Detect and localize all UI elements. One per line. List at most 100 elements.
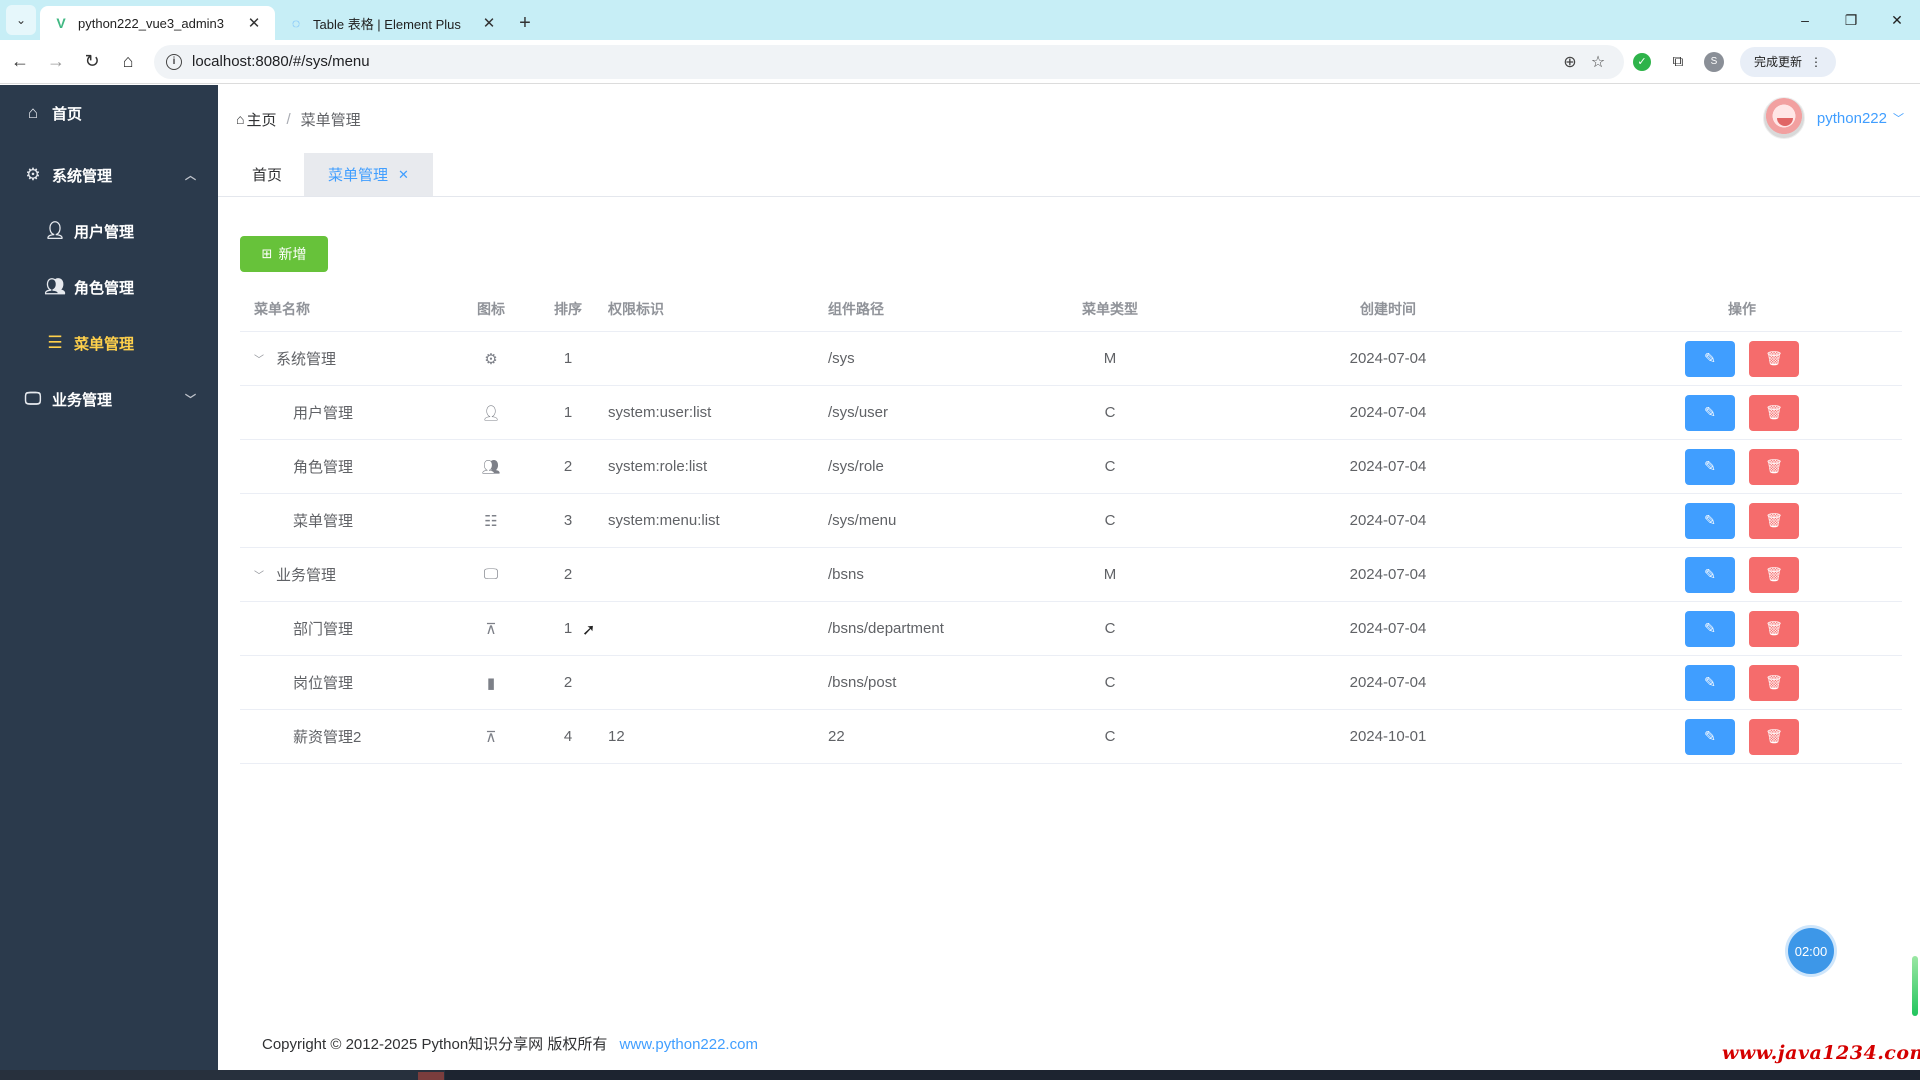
delete-button[interactable]: 🗑︎: [1749, 718, 1799, 755]
extensions-puzzle-icon[interactable]: ⧉: [1660, 44, 1696, 80]
sidebar-item-label: 首页: [52, 105, 83, 123]
edit-icon: ✎: [1704, 728, 1716, 744]
avatar[interactable]: [1762, 97, 1805, 139]
add-menu-button[interactable]: ⊞ 新增: [240, 236, 328, 272]
element-plus-favicon-icon: ◌: [291, 15, 301, 31]
cell-created: 2024-07-04: [1349, 620, 1427, 637]
delete-button[interactable]: 🗑︎: [1749, 394, 1799, 431]
delete-button[interactable]: 🗑︎: [1749, 340, 1799, 377]
tab-menu-management[interactable]: 菜单管理 ✕: [304, 153, 433, 196]
sidebar-item-business[interactable]: 🖵︎ 业务管理 ﹀: [0, 371, 218, 427]
cell-type: C: [1104, 404, 1116, 421]
cell-type: C: [1104, 674, 1116, 691]
cell-name: 岗位管理: [240, 672, 452, 693]
profile-avatar-icon[interactable]: S: [1696, 44, 1732, 80]
back-arrow-icon[interactable]: ←: [2, 44, 38, 80]
cell-type: M: [1103, 350, 1117, 367]
zoom-icon[interactable]: ⊕: [1556, 52, 1584, 72]
cell-perms: system:role:list: [608, 458, 708, 475]
table-row: 岗位管理 ▮ 2/bsns/post C 2024-07-04 ✎ 🗑︎: [240, 656, 1902, 710]
edit-button[interactable]: ✎: [1685, 664, 1735, 701]
table-row: ﹀ 业务管理 🖵︎ 2/bsns M 2024-07-04 ✎ 🗑︎: [240, 548, 1902, 602]
menu-name: 角色管理: [293, 459, 354, 476]
address-bar[interactable]: i localhost:8080/#/sys/menu ⊕ ☆: [154, 44, 1624, 79]
close-tab-icon[interactable]: ✕: [480, 14, 498, 32]
edit-button[interactable]: ✎: [1685, 556, 1735, 593]
forward-arrow-icon[interactable]: →: [38, 44, 74, 80]
user-dropdown[interactable]: python222 ﹀: [1762, 97, 1904, 139]
home-button-icon[interactable]: ⌂: [110, 44, 146, 80]
trash-icon: 🗑︎: [1765, 350, 1783, 366]
edit-button[interactable]: ✎: [1685, 448, 1735, 485]
close-icon[interactable]: ✕: [398, 167, 409, 183]
chevron-down-icon[interactable]: ﹀: [1893, 110, 1904, 126]
cell-created: 2024-07-04: [1349, 512, 1427, 529]
sidebar-item-system[interactable]: ⚙ 系统管理 ︿: [0, 147, 218, 203]
browser-update-button[interactable]: 完成更新 ⋮: [1740, 46, 1837, 77]
footer-link[interactable]: www.python222.com: [620, 1036, 758, 1053]
delete-button[interactable]: 🗑︎: [1749, 610, 1799, 647]
delete-button[interactable]: 🗑︎: [1749, 448, 1799, 485]
browser-tab-element-plus[interactable]: ◌ Table 表格 | Element Plus ✕: [275, 6, 510, 40]
table-row: 用户管理 👤︎ 1 system:user:list/sys/user C 2024-07…: [240, 386, 1902, 440]
expand-chevron-icon[interactable]: ﹀: [254, 567, 272, 582]
edit-button[interactable]: ✎: [1685, 610, 1735, 647]
cell-path: /bsns/department: [828, 620, 944, 637]
cell-type: M: [1103, 566, 1117, 583]
chevron-up-icon: ︿: [185, 170, 196, 182]
browser-tab-admin[interactable]: V python222_vue3_admin3 ✕: [40, 6, 275, 40]
cell-actions: ✎ 🗑︎: [1582, 448, 1902, 485]
table-row: 部门管理 ⊼ 1/bsns/department C 2024-07-04 ✎ 🗑︎: [240, 602, 1902, 656]
new-tab-plus-icon[interactable]: +: [510, 6, 540, 40]
sidebar-item-home[interactable]: ⌂ 首页: [0, 85, 218, 141]
cell-actions: ✎ 🗑︎: [1582, 394, 1902, 431]
site-info-icon[interactable]: i: [166, 53, 182, 70]
tab-home[interactable]: 首页: [230, 153, 304, 196]
edit-button[interactable]: ✎: [1685, 340, 1735, 377]
column-header-type: 菜单类型: [1082, 300, 1138, 317]
cell-path: /sys: [828, 350, 855, 367]
delete-button[interactable]: 🗑︎: [1749, 556, 1799, 593]
trash-icon: 🗑︎: [1765, 566, 1783, 582]
scroll-indicator[interactable]: [1912, 956, 1918, 1016]
trash-icon: 🗑︎: [1765, 728, 1783, 744]
sidebar-item-roles[interactable]: 👥︎ 角色管理: [0, 259, 218, 315]
edit-button[interactable]: ✎: [1685, 502, 1735, 539]
menu-name: 菜单管理: [293, 513, 354, 530]
trash-icon: 🗑︎: [1765, 458, 1783, 474]
extension-shield-icon[interactable]: ✓: [1624, 44, 1660, 80]
cell-path: /bsns/post: [828, 674, 897, 691]
footer: Copyright © 2012-2025 Python知识分享网 版权所有 w…: [262, 1033, 758, 1054]
timer-badge[interactable]: 02:00: [1788, 928, 1834, 974]
sidebar-item-menus[interactable]: ☰ 菜单管理: [0, 315, 218, 371]
sidebar-item-users[interactable]: 👤︎ 用户管理: [0, 203, 218, 259]
breadcrumb-separator: /: [286, 110, 291, 128]
edit-button[interactable]: ✎: [1685, 718, 1735, 755]
menu-name: 业务管理: [276, 567, 337, 584]
close-tab-icon[interactable]: ✕: [245, 14, 263, 32]
monitor-icon: 🖵︎: [483, 566, 499, 583]
menu-name: 系统管理: [276, 351, 337, 368]
reload-icon[interactable]: ↻: [74, 44, 110, 80]
column-header-name: 菜单名称: [254, 300, 310, 317]
delete-button[interactable]: 🗑︎: [1749, 664, 1799, 701]
breadcrumb-home[interactable]: 主页: [246, 109, 276, 130]
page-tabs: 首页 菜单管理 ✕: [218, 153, 1920, 197]
bookmark-star-icon[interactable]: ☆: [1584, 52, 1612, 72]
close-window-icon[interactable]: ✕: [1874, 0, 1920, 40]
tab-list-chevron-icon[interactable]: ⌄: [6, 5, 36, 35]
expand-chevron-icon[interactable]: ﹀: [254, 351, 272, 366]
delete-button[interactable]: 🗑︎: [1749, 502, 1799, 539]
url-text[interactable]: localhost:8080/#/sys/menu: [192, 53, 1556, 70]
edit-button[interactable]: ✎: [1685, 394, 1735, 431]
trash-icon: 🗑︎: [1765, 404, 1783, 420]
cell-created: 2024-07-04: [1349, 674, 1427, 691]
browser-tab-bar: ⌄ V python222_vue3_admin3 ✕ ◌ Table 表格 |…: [0, 0, 1920, 40]
taskbar-app[interactable]: [418, 1072, 444, 1080]
username[interactable]: python222: [1817, 110, 1887, 127]
minimize-icon[interactable]: –: [1782, 0, 1828, 40]
edit-icon: ✎: [1704, 620, 1716, 636]
restore-icon[interactable]: ❐: [1828, 0, 1874, 40]
table-header: 菜单名称 图标 排序 权限标识 组件路径 菜单类型 创建时间 操作: [240, 286, 1902, 332]
cell-actions: ✎ 🗑︎: [1582, 556, 1902, 593]
